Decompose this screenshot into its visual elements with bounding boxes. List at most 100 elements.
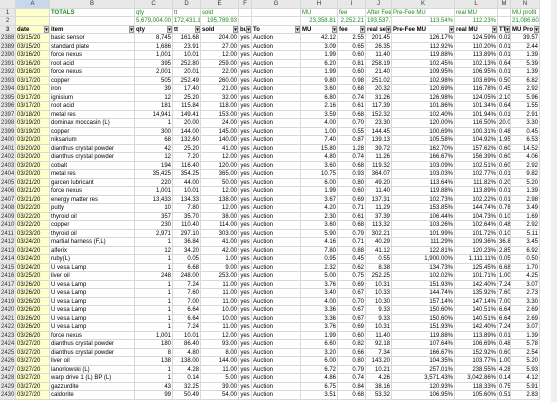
fee-cell[interactable]: 0.68 [338, 221, 366, 230]
item-cell[interactable]: metal res [50, 110, 135, 119]
buyer-cell[interactable]: yes [239, 263, 252, 272]
mu-pro-cell[interactable]: 3.45 [511, 238, 540, 247]
item-cell[interactable]: U vesa Lamp [50, 280, 135, 289]
sold-total[interactable]: 195,789.93 [201, 17, 239, 26]
tt-cell[interactable]: 36.84 [173, 238, 201, 247]
tte-cell[interactable]: 0.01 [498, 195, 511, 204]
tte-cell[interactable]: 0.48 [498, 340, 511, 349]
row-number[interactable]: 2394 [0, 85, 16, 94]
table-row[interactable]: 2393 03/17/20 copper 505 252.49 260.00 yes Auct… [0, 76, 557, 85]
real-sell-cell[interactable]: 21.40 [366, 68, 392, 77]
cell[interactable] [16, 17, 50, 26]
table-row[interactable]: 2407 03/21/20 energy matter res 13,433 134.3… [0, 195, 557, 204]
table-row[interactable]: 2405 03/21/20 garcen lubricant 220 44.00 50.0… [0, 178, 557, 187]
fee-cell[interactable]: 0.79 [338, 229, 366, 238]
item-cell[interactable]: liver oil [50, 272, 135, 281]
tt-cell[interactable]: 144.00 [173, 127, 201, 136]
to-cell[interactable]: Auction [252, 280, 301, 289]
tte-cell[interactable]: 0.78 [498, 204, 511, 213]
table-row[interactable]: 2415 03/24/20 U vesa Lamp 1 6.68 9.00 yes Aucti… [0, 263, 557, 272]
row-number[interactable]: 2388 [0, 34, 16, 43]
pre-fee-cell[interactable]: 151.93% [392, 323, 455, 332]
real-mu-cell[interactable]: 101.71% [455, 272, 498, 281]
mu-cell[interactable]: 6.20 [301, 59, 338, 68]
tt-cell[interactable]: 6.64 [173, 306, 201, 315]
real-sell-cell[interactable]: 9.33 [366, 306, 392, 315]
mu-cell[interactable]: 4.86 [301, 374, 338, 383]
buyer-cell[interactable]: yes [239, 178, 252, 187]
buyer-cell[interactable]: yes [239, 365, 252, 374]
row-number[interactable]: 2415 [0, 263, 16, 272]
table-row[interactable]: 2412 03/24/20 martial harness (F,L) 1 36.84 4… [0, 238, 557, 247]
column-header-f[interactable]: F [239, 0, 252, 9]
mu-cell[interactable]: 3.76 [301, 280, 338, 289]
qty-cell[interactable]: 180 [135, 340, 173, 349]
sold-cell[interactable]: 114.00 [201, 221, 239, 230]
tte-cell[interactable]: 2.10 [498, 93, 511, 102]
to-cell[interactable]: Auction [252, 229, 301, 238]
buyer-cell[interactable]: yes [239, 68, 252, 77]
mu-cell[interactable]: 2.16 [301, 102, 338, 111]
sold-cell[interactable]: 12.00 [201, 153, 239, 162]
real-sell-cell[interactable]: 37.39 [366, 212, 392, 221]
item-cell[interactable]: ignisium [50, 93, 135, 102]
fee-header[interactable]: fee [338, 25, 366, 34]
row-number[interactable]: 2401 [0, 144, 16, 153]
sold-cell[interactable]: 9.00 [201, 263, 239, 272]
fee-cell[interactable]: 0.68 [338, 391, 366, 400]
item-cell[interactable]: putty [50, 204, 135, 213]
real-sell-cell[interactable]: 251.02 [366, 76, 392, 85]
pre-fee-cell[interactable]: 122.81% [392, 246, 455, 255]
pre-fee-cell[interactable]: 106.95% [392, 391, 455, 400]
item-cell[interactable]: force nexus [50, 187, 135, 196]
real-mu-cell[interactable]: 144.74% [455, 204, 498, 213]
date-cell[interactable]: 03/22/20 [16, 212, 50, 221]
real-sell-cell[interactable]: 0.55 [366, 255, 392, 264]
tte-cell[interactable]: 0.01 [498, 331, 511, 340]
row-number[interactable]: 2426 [0, 357, 16, 366]
real-mu-cell[interactable]: 1,111.11% [455, 255, 498, 264]
sold-cell[interactable]: 140.00 [201, 136, 239, 145]
select-all-corner[interactable] [0, 0, 16, 9]
date-cell[interactable]: 03/23/20 [16, 229, 50, 238]
fee-cell[interactable]: 0.82 [338, 340, 366, 349]
cell[interactable] [498, 17, 511, 26]
date-cell[interactable]: 03/21/20 [16, 187, 50, 196]
fee-cell[interactable]: 0.68 [338, 161, 366, 170]
qty-cell[interactable]: 13,433 [135, 195, 173, 204]
totals-row[interactable]: 1 TOTALS qty tt sold MU fee After Fee Pr… [0, 8, 557, 17]
tte-cell[interactable]: 6.68 [498, 263, 511, 272]
fee-cell[interactable]: 0.87 [338, 136, 366, 145]
sold-cell[interactable]: 11.00 [201, 323, 239, 332]
sold-cell[interactable]: 93.00 [201, 340, 239, 349]
buyer-cell[interactable]: yes [239, 144, 252, 153]
to-cell[interactable]: Auction [252, 314, 301, 323]
buyer-cell[interactable]: yes [239, 314, 252, 323]
tt-cell[interactable]: 116.40 [173, 161, 201, 170]
tt-cell[interactable]: 6.68 [173, 263, 201, 272]
row-number[interactable]: 2428 [0, 374, 16, 383]
mu-cell[interactable]: 3.59 [301, 110, 338, 119]
real-sell-cell[interactable]: 31.26 [366, 93, 392, 102]
item-cell[interactable]: U vesa Lamp [50, 314, 135, 323]
row-number[interactable]: 3 [0, 25, 16, 34]
mu-cell[interactable]: 3.20 [301, 348, 338, 357]
qty-cell[interactable]: 68 [135, 136, 173, 145]
buyer-cell[interactable]: yes [239, 76, 252, 85]
mu-cell[interactable]: 3.67 [301, 195, 338, 204]
tte-cell[interactable]: 0.48 [498, 221, 511, 230]
qty-cell[interactable]: 12 [135, 153, 173, 162]
qty-cell[interactable]: 1,001 [135, 51, 173, 60]
item-cell[interactable]: ruby(L) [50, 255, 135, 264]
real-sell-cell[interactable]: 11.29 [366, 204, 392, 213]
pre-fee-label[interactable]: Pre-Fee MU [392, 8, 455, 17]
real-mu-cell[interactable]: 105.60% [455, 391, 498, 400]
qty-cell[interactable]: 300 [135, 127, 173, 136]
tt-cell[interactable]: 132.60 [173, 136, 201, 145]
buyer-cell[interactable]: yes [239, 323, 252, 332]
item-cell[interactable]: basic sensor [50, 34, 135, 43]
qty-cell[interactable]: 35,425 [135, 170, 173, 179]
real-mu-cell[interactable]: 104.73% [455, 212, 498, 221]
pre-fee-cell[interactable]: 102.73% [392, 195, 455, 204]
sold-cell[interactable]: 120.00 [201, 161, 239, 170]
